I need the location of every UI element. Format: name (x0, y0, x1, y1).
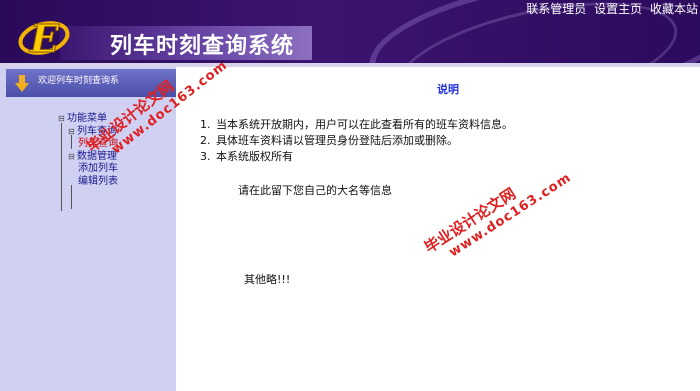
logo-e-icon: E (18, 16, 70, 60)
page-title: 说明 (437, 83, 459, 96)
tree-item-label[interactable]: 列车查询 (78, 138, 118, 149)
tree-item-label[interactable]: 添加列车 (78, 163, 118, 174)
message-text: 请在此留下您自己的大名等信息 (238, 184, 392, 197)
bookmark-link[interactable]: 收藏本站 (650, 2, 698, 16)
instructions-list: 1. 当本系统开放期内，用户可以在此查看所有的班车资料信息。 2. 具体班车资料请以… (200, 117, 513, 165)
contact-admin-link[interactable]: 联系管理员 (526, 2, 586, 16)
tree-root-label: 功能菜单 (67, 113, 107, 124)
svg-text:E: E (29, 16, 60, 60)
tree-group-data-management[interactable]: ⊟ 数据管理 (58, 151, 118, 164)
collapse-icon[interactable]: ⊟ (68, 151, 77, 164)
tree-item-edit-list[interactable]: 编辑列表 (58, 176, 118, 189)
header-banner: E 列车时刻查询系统 联系管理员 设置主页 收藏本站 (0, 0, 700, 63)
list-item-text: 当本系统开放期内，用户可以在此查看所有的班车资料信息。 (216, 118, 513, 131)
list-item: 3. 本系统版权所有 (200, 150, 293, 163)
menu-tree: ⊟ 功能菜单 ⊟ 列车查询 列车查询 ⊟ 数据管理 添加列车 编辑列表 (58, 113, 118, 211)
sidebar-welcome-text: 欢迎列车时刻查询系 (38, 76, 120, 86)
list-item-text: 本系统版权所有 (216, 150, 293, 163)
other-text: 其他略!!! (244, 273, 291, 286)
watermark-url: www.doc163.com (446, 170, 575, 261)
list-item: 2. 具体班车资料请以管理员身份登陆后添加或删除。 (200, 134, 458, 147)
list-item: 1. 当本系统开放期内，用户可以在此查看所有的班车资料信息。 (200, 118, 513, 131)
app-title: 列车时刻查询系统 (110, 34, 295, 59)
tree-line (71, 185, 72, 209)
top-nav: 联系管理员 设置主页 收藏本站 (522, 0, 698, 17)
collapse-icon[interactable]: ⊟ (68, 126, 77, 139)
tree-group-label: 列车查询 (77, 125, 117, 137)
set-homepage-link[interactable]: 设置主页 (594, 2, 642, 16)
tree-item-label[interactable]: 编辑列表 (78, 176, 118, 187)
sidebar-welcome-bar: 欢迎列车时刻查询系 (6, 69, 176, 97)
list-item-text: 具体班车资料请以管理员身份登陆后添加或删除。 (216, 134, 458, 147)
watermark-name: 毕业设计论文网 (421, 184, 519, 257)
sidebar: 欢迎列车时刻查询系 ⊟ 功能菜单 ⊟ 列车查询 列车查询 ⊟ 数据管理 添加列车 编辑… (0, 67, 176, 391)
tree-item-add-train[interactable]: 添加列车 (58, 163, 118, 176)
tree-root[interactable]: ⊟ 功能菜单 (58, 113, 118, 126)
tree-group-train-query[interactable]: ⊟ 列车查询 (58, 126, 118, 139)
collapse-icon[interactable]: ⊟ (58, 113, 67, 126)
tree-item-train-query[interactable]: 列车查询 (58, 138, 118, 151)
watermark: 毕业设计论文网 www.doc163.com (420, 153, 574, 271)
down-arrow-icon (15, 75, 29, 92)
tree-group-label: 数据管理 (77, 150, 117, 162)
